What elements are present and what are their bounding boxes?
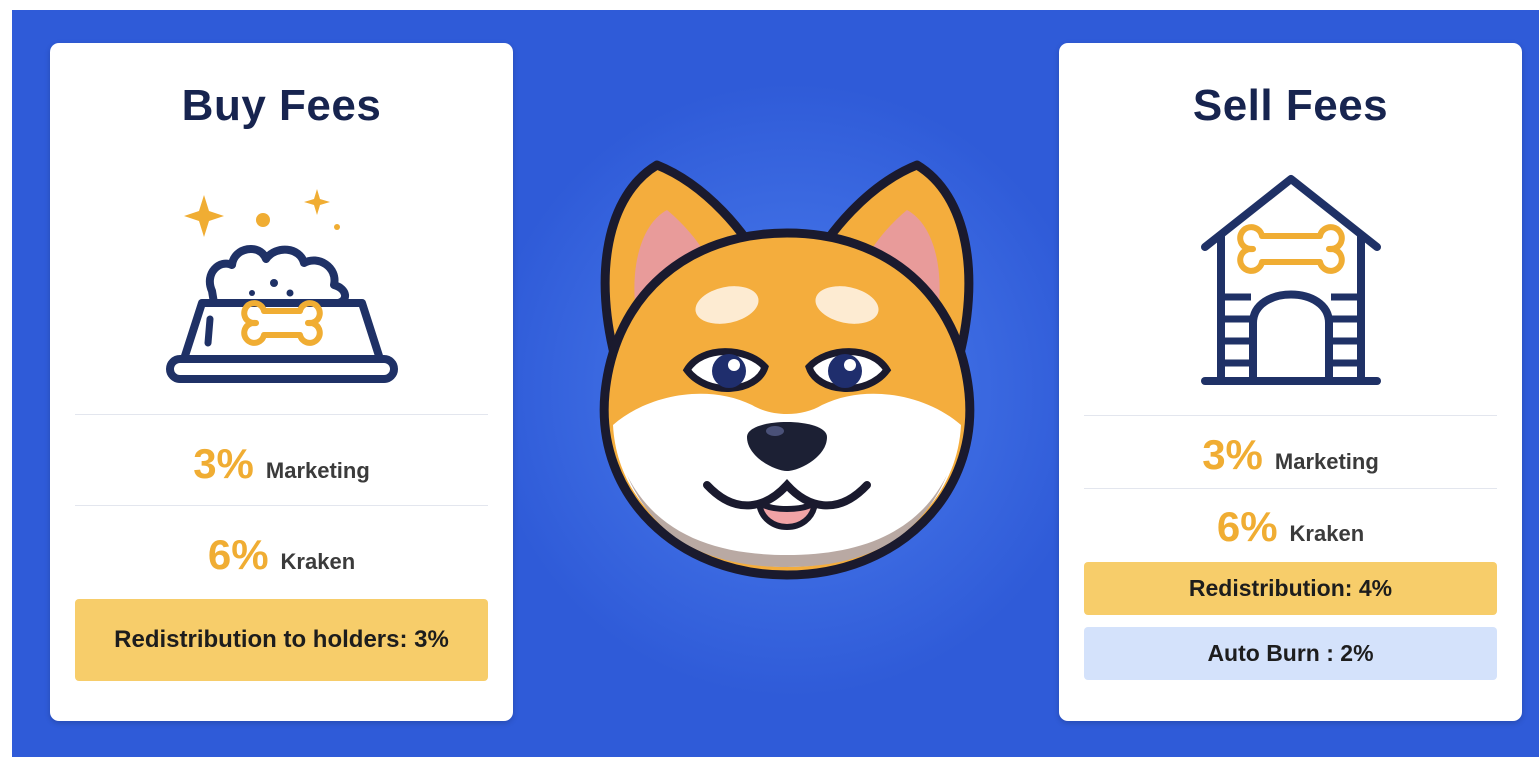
buy-redistribution-badge: Redistribution to holders: 3% bbox=[75, 599, 488, 681]
sell-fees-card: Sell Fees 3% Marketing 6% Kraken Redistr… bbox=[1059, 43, 1522, 721]
dog-house-icon bbox=[1059, 173, 1522, 403]
sell-fee-kraken: 6% Kraken bbox=[1084, 503, 1497, 551]
sell-fee-marketing: 3% Marketing bbox=[1084, 431, 1497, 479]
buy-fees-title: Buy Fees bbox=[181, 81, 382, 130]
buy-fee-kraken: 6% Kraken bbox=[75, 531, 488, 579]
fee-percent: 6% bbox=[207, 531, 269, 578]
fee-label: Kraken bbox=[1289, 521, 1365, 546]
divider bbox=[75, 414, 488, 415]
fees-section: Buy Fees 3% Marketing 6% Kraken Redistri… bbox=[12, 10, 1539, 757]
buy-fee-marketing: 3% Marketing bbox=[75, 440, 488, 488]
fee-percent: 6% bbox=[1216, 503, 1278, 550]
dog-food-bowl-icon bbox=[50, 173, 513, 403]
fee-label: Kraken bbox=[280, 549, 356, 574]
sell-redistribution-badge: Redistribution: 4% bbox=[1084, 562, 1497, 615]
fee-percent: 3% bbox=[1202, 431, 1263, 478]
fee-label: Marketing bbox=[1274, 449, 1379, 474]
divider bbox=[1084, 488, 1497, 489]
shiba-inu-mascot bbox=[599, 160, 975, 580]
fee-label: Marketing bbox=[265, 458, 370, 483]
buy-fees-card: Buy Fees 3% Marketing 6% Kraken Redistri… bbox=[50, 43, 513, 721]
sell-fees-title: Sell Fees bbox=[1192, 81, 1389, 130]
sell-auto-burn-badge: Auto Burn : 2% bbox=[1084, 627, 1497, 680]
divider bbox=[1084, 415, 1497, 416]
fee-percent: 3% bbox=[193, 440, 254, 487]
divider bbox=[75, 505, 488, 506]
